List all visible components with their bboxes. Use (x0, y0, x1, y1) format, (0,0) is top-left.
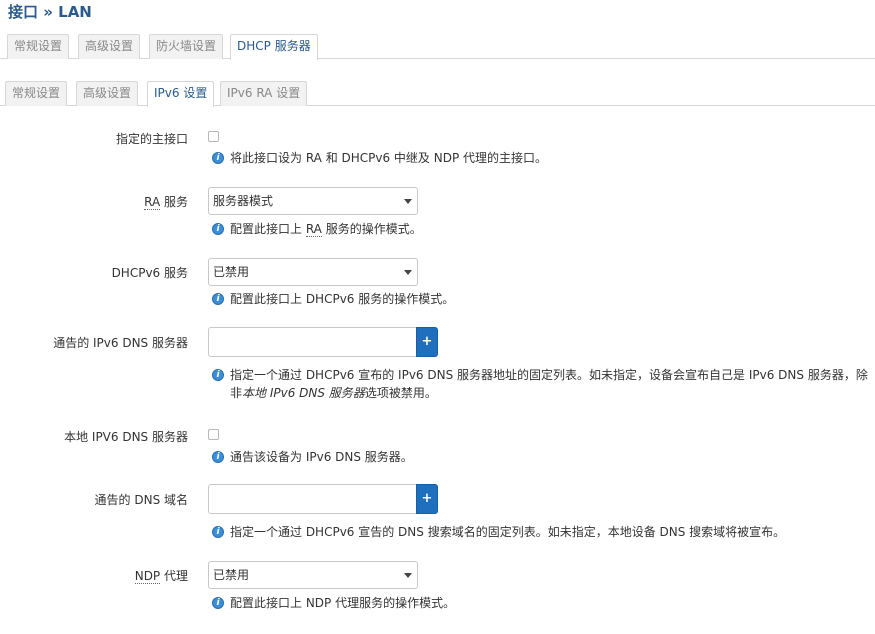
page-title: 接口 » LAN (8, 3, 92, 21)
info-icon: i (212, 451, 224, 463)
ndp-proxy-select[interactable]: 已禁用 (208, 561, 418, 589)
subtab-ipv6[interactable]: IPv6 设置 (147, 81, 215, 107)
subtab-ipv6-ra[interactable]: IPv6 RA 设置 (220, 81, 308, 106)
chevron-down-icon (404, 199, 412, 204)
local-dns-help: i 通告该设备为 IPv6 DNS 服务器。 (212, 448, 872, 466)
ndp-proxy-label: NDP 代理 (134, 569, 188, 584)
info-icon: i (212, 152, 224, 164)
dhcpv6-service-help: i 配置此接口上 DHCPv6 服务的操作模式。 (212, 290, 872, 308)
local-dns-checkbox[interactable] (208, 429, 219, 440)
master-interface-checkbox[interactable] (208, 131, 219, 142)
info-icon: i (212, 597, 224, 609)
ipv6-dns-add-button[interactable]: + (416, 327, 438, 357)
chevron-down-icon (404, 270, 412, 275)
dhcpv6-service-label: DHCPv6 服务 (111, 266, 188, 280)
dns-domain-add-button[interactable]: + (416, 484, 438, 514)
tab-general[interactable]: 常规设置 (7, 34, 70, 59)
subtab-advanced[interactable]: 高级设置 (76, 81, 139, 106)
ipv6-dns-dynlist: + (208, 327, 438, 357)
tab-dhcp-server[interactable]: DHCP 服务器 (230, 34, 318, 60)
subtab-general[interactable]: 常规设置 (5, 81, 68, 106)
dhcpv6-service-select[interactable]: 已禁用 (208, 258, 418, 286)
dhcpv6-service-value: 已禁用 (213, 265, 250, 279)
ra-service-label: RA 服务 (144, 195, 188, 210)
info-icon: i (212, 223, 224, 235)
ra-service-value: 服务器模式 (213, 194, 274, 208)
top-tab-bar: 常规设置 高级设置 防火墙设置 DHCP 服务器 (0, 34, 875, 60)
local-dns-label: 本地 IPV6 DNS 服务器 (64, 430, 188, 444)
ipv6-dns-input[interactable] (208, 327, 416, 357)
ipv6-dns-help: i 指定一个通过 DHCPv6 宣布的 IPv6 DNS 服务器地址的固定列表。… (212, 366, 872, 402)
master-interface-help: i 将此接口设为 RA 和 DHCPv6 中继及 NDP 代理的主接口。 (212, 149, 872, 167)
tab-firewall[interactable]: 防火墙设置 (149, 34, 224, 59)
dns-domain-label: 通告的 DNS 域名 (94, 493, 188, 507)
dns-domain-help: i 指定一个通过 DHCPv6 宣告的 DNS 搜索域名的固定列表。如未指定，本… (212, 523, 872, 541)
ra-service-select[interactable]: 服务器模式 (208, 187, 418, 215)
info-icon: i (212, 293, 224, 305)
tab-advanced[interactable]: 高级设置 (78, 34, 141, 59)
sub-tab-bar: 常规设置 高级设置 IPv6 设置 IPv6 RA 设置 (0, 81, 875, 107)
chevron-down-icon (404, 573, 412, 578)
master-interface-label: 指定的主接口 (115, 132, 188, 146)
ra-service-help: i 配置此接口上 RA 服务的操作模式。 (212, 220, 872, 238)
ndp-proxy-value: 已禁用 (213, 568, 250, 582)
info-icon: i (212, 526, 224, 538)
ipv6-dns-label: 通告的 IPv6 DNS 服务器 (53, 336, 188, 350)
info-icon: i (212, 369, 224, 381)
ndp-proxy-help: i 配置此接口上 NDP 代理服务的操作模式。 (212, 594, 872, 612)
dns-domain-dynlist: + (208, 484, 438, 514)
dns-domain-input[interactable] (208, 484, 416, 514)
